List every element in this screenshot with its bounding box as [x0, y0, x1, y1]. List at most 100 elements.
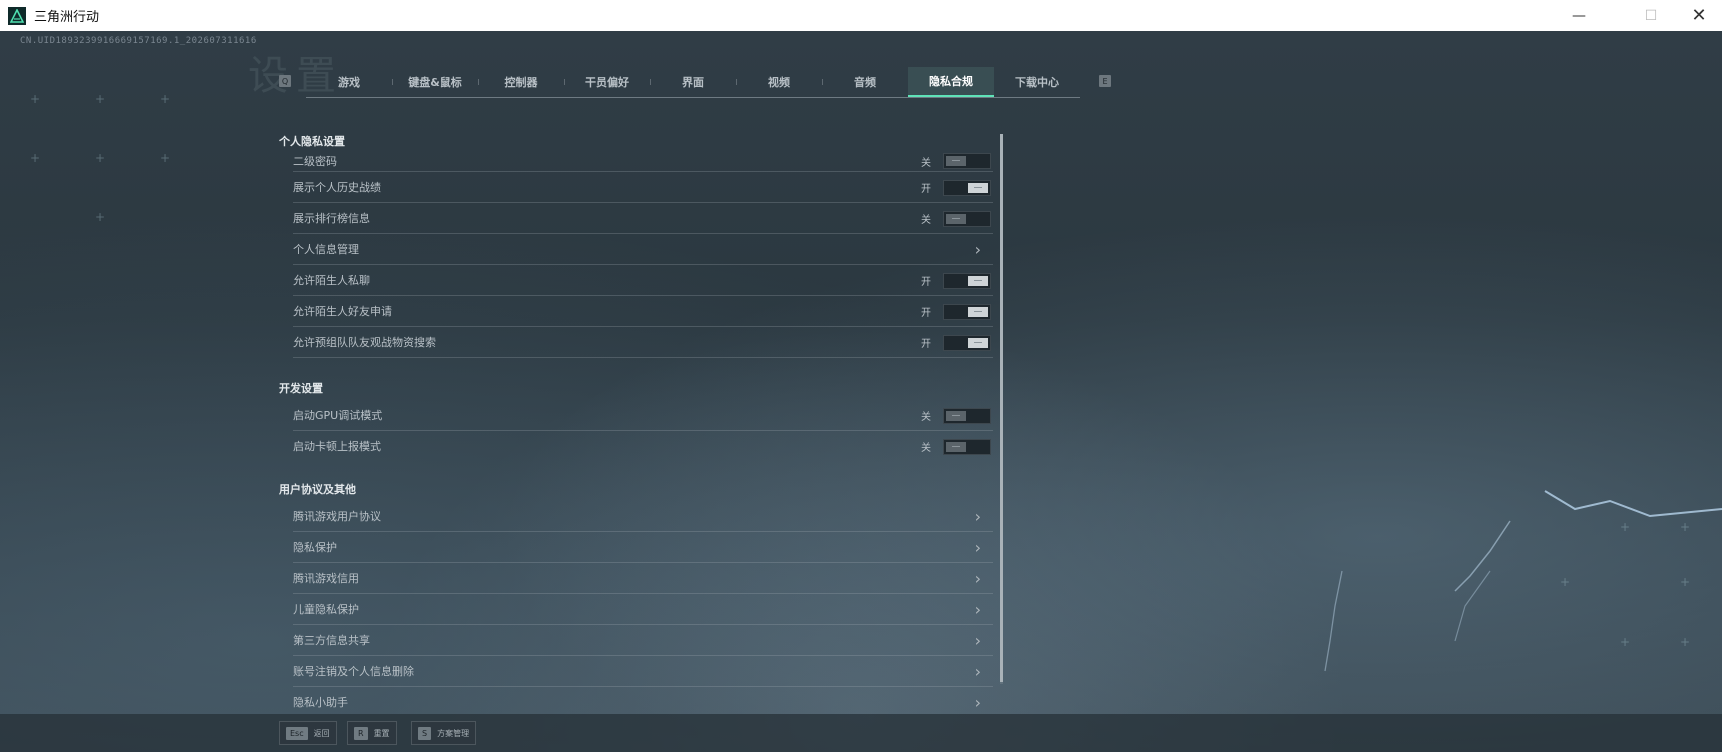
- setting-label: 腾讯游戏用户协议: [293, 510, 381, 523]
- setting-row-child-privacy[interactable]: 儿童隐私保护 ›: [293, 594, 993, 625]
- chevron-right-icon: ›: [974, 538, 981, 557]
- setting-row-user-agreement[interactable]: 腾讯游戏用户协议 ›: [293, 501, 993, 532]
- setting-label: 个人信息管理: [293, 243, 359, 256]
- setting-row-game-credit[interactable]: 腾讯游戏信用 ›: [293, 563, 993, 594]
- setting-label: 第三方信息共享: [293, 634, 370, 647]
- setting-row-stranger-chat[interactable]: 允许陌生人私聊 开: [293, 265, 993, 296]
- svg-text:+: +: [30, 92, 40, 106]
- chevron-right-icon: ›: [974, 600, 981, 619]
- toggle-state: 关: [921, 214, 931, 226]
- key-hint: R: [354, 726, 368, 740]
- toggle-state: 关: [921, 442, 931, 454]
- svg-text:+: +: [160, 92, 170, 106]
- button-label: 返回: [313, 728, 330, 738]
- svg-text:+: +: [1680, 635, 1690, 649]
- section-title: 开发设置: [279, 382, 323, 395]
- tab-operator-preference[interactable]: 干员偏好: [564, 67, 650, 97]
- toggle-state: 开: [921, 338, 931, 350]
- setting-label: 腾讯游戏信用: [293, 572, 359, 585]
- key-hint: Esc: [286, 726, 308, 740]
- uid-text: CN.UID1893239916669157169.1_202607311616: [20, 36, 257, 46]
- svg-text:+: +: [30, 151, 40, 165]
- tab-keyboard-mouse[interactable]: 键盘&鼠标: [392, 67, 478, 97]
- toggle-state: 开: [921, 307, 931, 319]
- setting-row-stranger-friend[interactable]: 允许陌生人好友申请 开: [293, 296, 993, 327]
- setting-label: 允许预组队队友观战物资搜索: [293, 336, 436, 349]
- maximize-button[interactable]: ☐: [1628, 0, 1674, 31]
- setting-label: 启动GPU调试模式: [293, 409, 383, 422]
- setting-row-privacy-protection[interactable]: 隐私保护 ›: [293, 532, 993, 563]
- window-title: 三角洲行动: [34, 10, 100, 25]
- setting-row-third-party-sharing[interactable]: 第三方信息共享 ›: [293, 625, 993, 656]
- chevron-right-icon: ›: [974, 507, 981, 526]
- scrollbar-thumb[interactable]: [1000, 134, 1003, 682]
- setting-row-account-deletion[interactable]: 账号注销及个人信息删除 ›: [293, 656, 993, 687]
- setting-label: 展示排行榜信息: [293, 212, 370, 225]
- settings-list: 个人隐私设置 二级密码 关 展示个人历史战绩 开 展示排行榜信息 关 个人信息管…: [279, 126, 1001, 714]
- setting-row-gpu-debug[interactable]: 启动GPU调试模式 关: [293, 400, 993, 431]
- minimize-button[interactable]: —: [1556, 0, 1602, 31]
- setting-label: 展示个人历史战绩: [293, 181, 381, 194]
- tab-download-center[interactable]: 下载中心: [994, 67, 1080, 97]
- tab-audio[interactable]: 音频: [822, 67, 908, 97]
- setting-label: 二级密码: [293, 155, 337, 168]
- svg-text:+: +: [160, 151, 170, 165]
- toggle-state: 关: [921, 157, 931, 169]
- back-button[interactable]: Esc 返回: [279, 721, 337, 745]
- svg-text:+: +: [95, 151, 105, 165]
- svg-text:+: +: [1680, 520, 1690, 534]
- toggle-switch[interactable]: [943, 335, 991, 351]
- svg-text:+: +: [1620, 635, 1630, 649]
- svg-text:+: +: [1620, 520, 1630, 534]
- title-bar: 三角洲行动 — ☐ ✕: [0, 0, 1722, 32]
- setting-label: 隐私小助手: [293, 696, 348, 709]
- setting-label: 儿童隐私保护: [293, 603, 359, 616]
- tab-game[interactable]: 游戏: [306, 67, 392, 97]
- toggle-state: 开: [921, 276, 931, 288]
- svg-text:+: +: [95, 92, 105, 106]
- chevron-right-icon: ›: [974, 631, 981, 650]
- close-button[interactable]: ✕: [1676, 0, 1722, 31]
- toggle-switch[interactable]: [943, 304, 991, 320]
- setting-row-secondary-password[interactable]: 二级密码 关: [293, 151, 993, 172]
- tab-video[interactable]: 视频: [736, 67, 822, 97]
- toggle-state: 关: [921, 411, 931, 423]
- setting-row-teammate-spectate[interactable]: 允许预组队队友观战物资搜索 开: [293, 327, 993, 358]
- settings-screen: + + + + + + + + + + + + + CN.UID18932399166691571…: [0, 31, 1722, 752]
- tab-bar: 游戏 键盘&鼠标 控制器 干员偏好 界面 视频 音频 隐私合规 下载中心: [306, 67, 1080, 98]
- reset-button[interactable]: R 重置: [347, 721, 397, 745]
- button-label: 重置: [373, 728, 390, 738]
- setting-label: 允许陌生人私聊: [293, 274, 370, 287]
- button-label: 方案管理: [437, 728, 470, 738]
- setting-label: 账号注销及个人信息删除: [293, 665, 414, 678]
- toggle-switch[interactable]: [943, 439, 991, 455]
- toggle-switch[interactable]: [943, 273, 991, 289]
- svg-text:+: +: [1680, 575, 1690, 589]
- section-title: 用户协议及其他: [279, 483, 356, 496]
- setting-label: 隐私保护: [293, 541, 337, 554]
- next-tab-key[interactable]: E: [1099, 75, 1111, 87]
- key-hint: S: [418, 726, 432, 740]
- svg-text:+: +: [95, 210, 105, 224]
- section-title: 个人隐私设置: [279, 135, 345, 148]
- prev-tab-key[interactable]: Q: [279, 75, 291, 87]
- toggle-state: 开: [921, 183, 931, 195]
- chevron-right-icon: ›: [974, 662, 981, 681]
- setting-row-lag-report[interactable]: 启动卡顿上报模式 关: [293, 431, 993, 461]
- chevron-right-icon: ›: [974, 693, 981, 712]
- setting-row-personal-info[interactable]: 个人信息管理 ›: [293, 234, 993, 265]
- chevron-right-icon: ›: [974, 240, 981, 259]
- tab-controller[interactable]: 控制器: [478, 67, 564, 97]
- setting-row-show-history[interactable]: 展示个人历史战绩 开: [293, 172, 993, 203]
- setting-row-privacy-assistant[interactable]: 隐私小助手 ›: [293, 687, 993, 714]
- toggle-switch[interactable]: [943, 211, 991, 227]
- setting-row-show-leaderboard[interactable]: 展示排行榜信息 关: [293, 203, 993, 234]
- toggle-switch[interactable]: [943, 408, 991, 424]
- setting-label: 允许陌生人好友申请: [293, 305, 392, 318]
- toggle-switch[interactable]: [943, 153, 991, 169]
- tab-privacy-compliance[interactable]: 隐私合规: [908, 67, 994, 97]
- bottom-bar: [0, 714, 1722, 752]
- toggle-switch[interactable]: [943, 180, 991, 196]
- scheme-manage-button[interactable]: S 方案管理: [411, 721, 477, 745]
- tab-interface[interactable]: 界面: [650, 67, 736, 97]
